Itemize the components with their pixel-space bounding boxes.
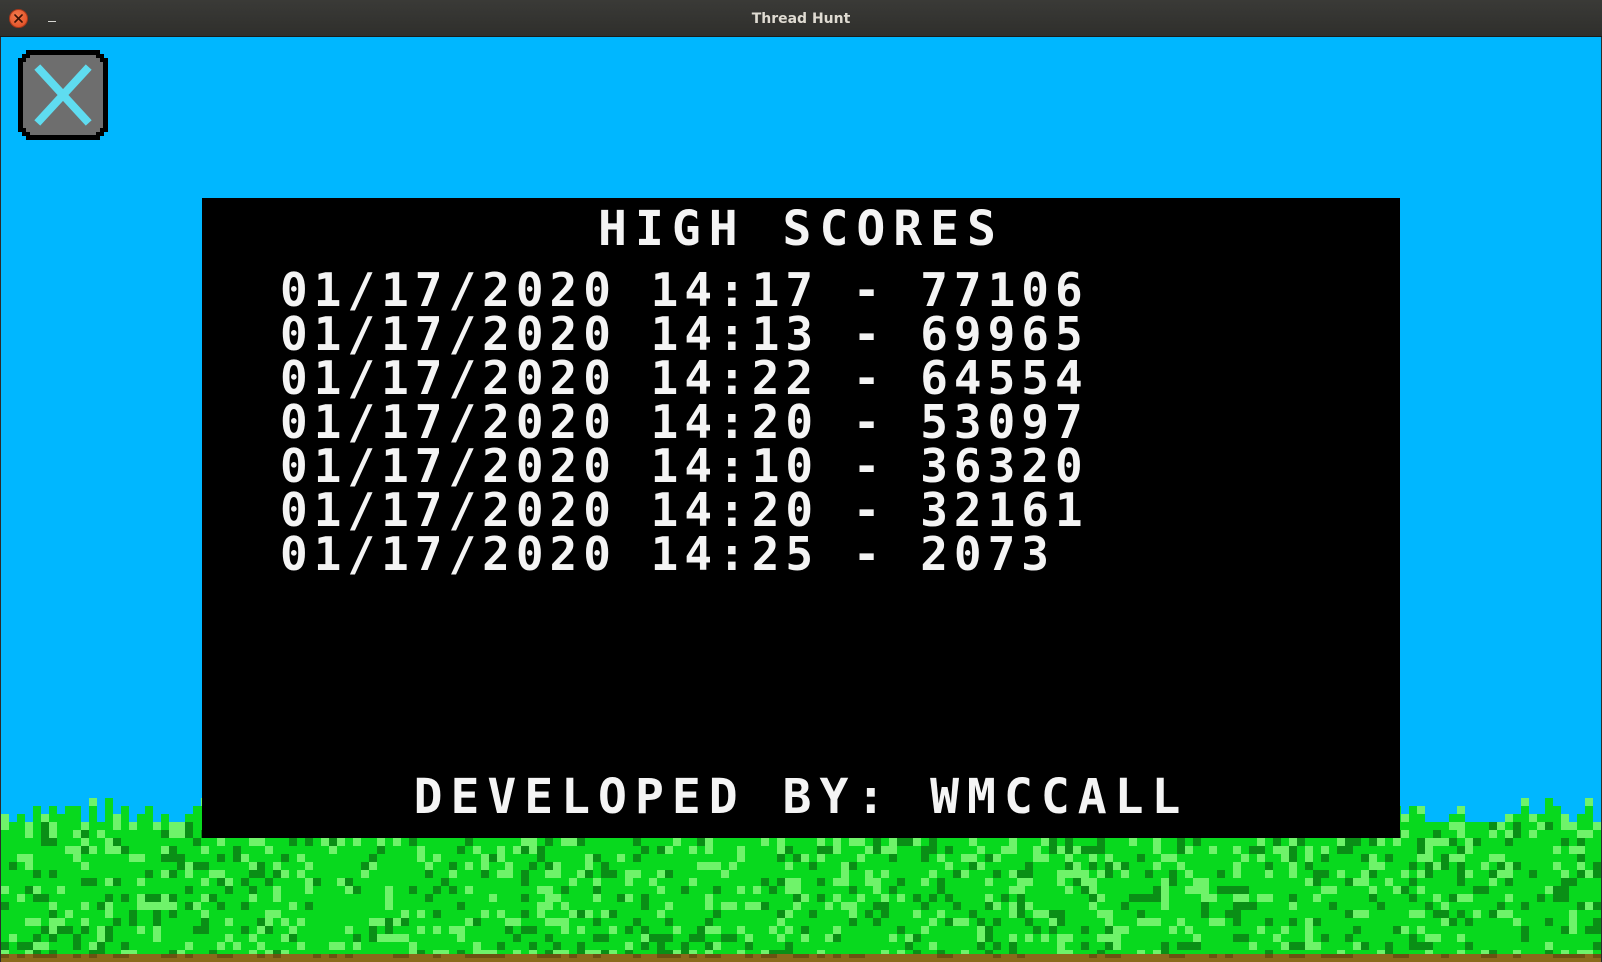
score-entry: 01/17/2020 14:22 - 64554 — [280, 351, 1089, 405]
game-screen: HIGH SCORES 01/17/2020 14:17 - 77106 01/… — [1, 37, 1601, 962]
window-title: Thread Hunt — [751, 11, 851, 27]
high-scores-title: HIGH SCORES — [598, 201, 1004, 257]
x-close-icon — [18, 50, 108, 140]
high-scores-panel: HIGH SCORES 01/17/2020 14:17 - 77106 01/… — [202, 198, 1400, 838]
score-entry: 01/17/2020 14:17 - 77106 — [280, 263, 1089, 317]
score-entry: 01/17/2020 14:20 - 32161 — [280, 483, 1089, 537]
app-window: Thread Hunt HIGH SCORES 01/17/2020 14:17… — [0, 0, 1602, 962]
score-entry: 01/17/2020 14:25 - 2073 — [280, 527, 1055, 581]
developer-credit: DEVELOPED BY: WMCCALL — [413, 769, 1189, 825]
close-game-button[interactable] — [18, 50, 108, 145]
score-entry: 01/17/2020 14:20 - 53097 — [280, 395, 1089, 449]
title-bar: Thread Hunt — [0, 0, 1602, 37]
score-entry: 01/17/2020 14:10 - 36320 — [280, 439, 1089, 493]
high-scores-list: 01/17/2020 14:17 - 77106 01/17/2020 14:1… — [280, 263, 1089, 581]
score-entry: 01/17/2020 14:13 - 69965 — [280, 307, 1089, 361]
